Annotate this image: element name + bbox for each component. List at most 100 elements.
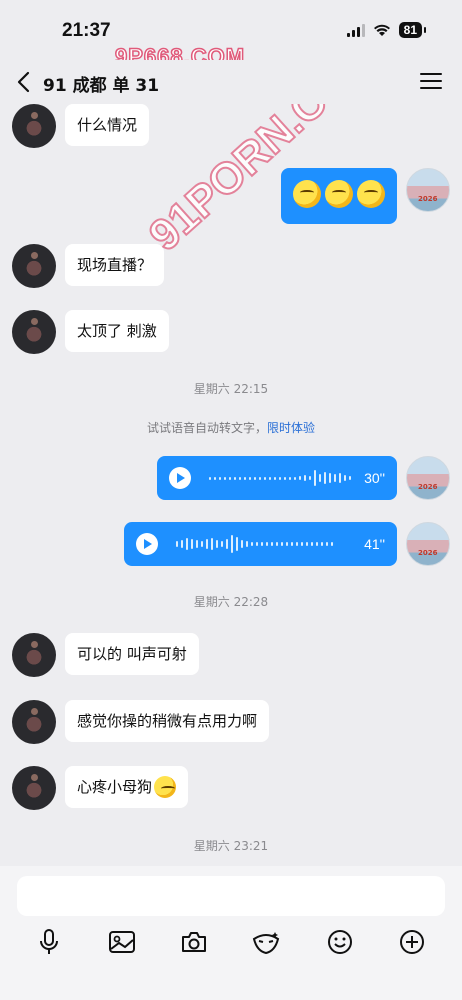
waveform <box>209 468 354 488</box>
waveform-bar <box>319 474 321 482</box>
signal-icon <box>346 23 365 37</box>
message-row: 太顶了 刺激 <box>12 310 169 354</box>
voice-message[interactable]: 41'' <box>124 522 397 566</box>
waveform-bar <box>276 542 278 546</box>
waveform-bar <box>269 476 271 480</box>
waveform-bar <box>256 542 258 546</box>
image-icon[interactable] <box>104 924 140 960</box>
waveform-bar <box>314 470 316 486</box>
waveform-bar <box>191 539 193 549</box>
status-time: 21:37 <box>62 20 111 41</box>
waveform-bar <box>264 476 266 480</box>
waveform-bar <box>306 542 308 546</box>
voice-duration: 30'' <box>364 470 385 486</box>
hint-text: 试试语音自动转文字， <box>146 421 267 435</box>
chat-header: 91 成都 单 31 <box>0 60 462 104</box>
waveform-bar <box>211 538 213 550</box>
waveform-bar <box>244 476 246 480</box>
plus-icon[interactable] <box>394 924 430 960</box>
waveform-bar <box>339 473 341 483</box>
thinking-emoji-icon <box>154 776 177 798</box>
waveform-bar <box>324 472 326 484</box>
waveform-bar <box>249 476 251 480</box>
waveform-bar <box>271 542 273 546</box>
message-row: 现场直播？ <box>12 244 165 288</box>
face-emoji-icon <box>293 180 321 208</box>
face-emoji-icon <box>325 180 353 208</box>
waveform-bar <box>311 542 313 546</box>
play-icon[interactable] <box>136 533 158 555</box>
back-arrow-icon[interactable] <box>14 70 34 94</box>
speech-to-text-hint: 试试语音自动转文字，限时体验 <box>0 419 462 436</box>
waveform-bar <box>246 541 248 547</box>
message-bubble[interactable]: 太顶了 刺激 <box>65 310 169 352</box>
menu-icon[interactable] <box>420 73 442 91</box>
waveform-bar <box>294 476 296 480</box>
waveform-bar <box>329 473 331 483</box>
waveform-bar <box>344 475 346 481</box>
waveform-bar <box>274 476 276 480</box>
my-avatar[interactable] <box>406 168 450 212</box>
waveform-bar <box>221 541 223 547</box>
waveform-bar <box>236 537 238 551</box>
emoji-icon[interactable] <box>322 924 358 960</box>
mic-icon[interactable] <box>31 924 67 960</box>
contact-avatar[interactable] <box>12 244 56 288</box>
waveform-bar <box>219 476 221 480</box>
chat-history[interactable]: 什么情况 现场直播？ 太顶了 刺激 星期六 22:15 试试语音自动转文字，限时… <box>0 104 462 866</box>
waveform-bar <box>301 542 303 546</box>
waveform-bar <box>331 542 333 546</box>
message-bubble[interactable]: 可以的 叫声可射 <box>65 633 199 675</box>
message-row: 什么情况 <box>12 104 150 148</box>
message-bubble[interactable]: 心疼小母狗 <box>65 766 189 808</box>
waveform-bar <box>239 476 241 480</box>
voice-message[interactable]: 30'' <box>157 456 397 500</box>
my-avatar[interactable] <box>406 522 450 566</box>
message-bubble[interactable] <box>281 168 397 224</box>
waveform-bar <box>201 541 203 547</box>
waveform-bar <box>209 476 211 480</box>
contact-avatar[interactable] <box>12 633 56 677</box>
waveform-bar <box>229 476 231 480</box>
waveform-bar <box>266 542 268 546</box>
waveform-bar <box>326 542 328 546</box>
contact-avatar[interactable] <box>12 766 56 810</box>
waveform-bar <box>234 476 236 480</box>
input-toolbar <box>0 924 462 960</box>
waveform-bar <box>279 476 281 480</box>
contact-avatar[interactable] <box>12 310 56 354</box>
battery-indicator: 81 <box>398 22 427 38</box>
chat-title: 91 成都 单 31 <box>43 76 160 96</box>
message-bubble[interactable]: 感觉你操的稍微有点用力啊 <box>65 700 270 742</box>
message-row: 30'' <box>157 456 450 500</box>
message-bubble[interactable]: 现场直播？ <box>65 244 165 286</box>
waveform-bar <box>289 476 291 480</box>
message-row <box>281 168 450 224</box>
waveform-bar <box>181 540 183 548</box>
message-text: 心疼小母狗 <box>77 778 153 796</box>
contact-avatar[interactable] <box>12 104 56 148</box>
play-icon[interactable] <box>169 467 191 489</box>
waveform-bar <box>259 476 261 480</box>
waveform-bar <box>334 474 336 482</box>
waveform-bar <box>349 476 351 480</box>
message-row: 41'' <box>124 522 450 566</box>
status-bar: 21:37 81 9P668.COM <box>0 0 462 70</box>
waveform-bar <box>224 476 226 480</box>
timestamp: 星期六 22:15 <box>193 382 269 396</box>
camera-icon[interactable] <box>176 924 212 960</box>
my-avatar[interactable] <box>406 456 450 500</box>
waveform-bar <box>309 476 311 480</box>
contact-avatar[interactable] <box>12 700 56 744</box>
waveform-bar <box>299 476 301 480</box>
message-row: 感觉你操的稍微有点用力啊 <box>12 700 270 744</box>
voice-duration: 41'' <box>364 536 385 552</box>
message-input[interactable] <box>17 876 445 916</box>
message-bubble[interactable]: 什么情况 <box>65 104 150 146</box>
waveform-bar <box>251 542 253 546</box>
sticker-icon[interactable] <box>248 924 284 960</box>
trial-link[interactable]: 限时体验 <box>267 421 315 435</box>
waveform-bar <box>281 542 283 546</box>
waveform-bar <box>284 476 286 480</box>
timestamp: 星期六 22:28 <box>193 595 269 609</box>
